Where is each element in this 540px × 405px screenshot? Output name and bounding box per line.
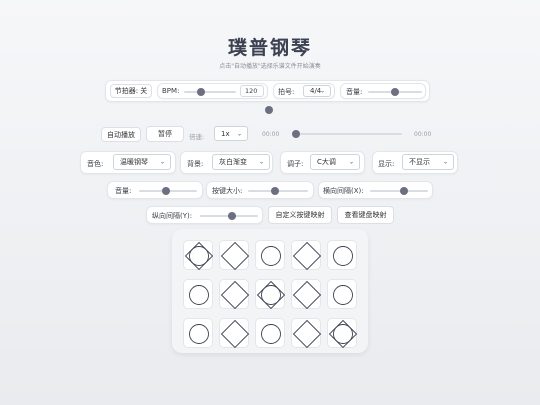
piano-key[interactable] <box>219 279 250 310</box>
bpm-input[interactable]: 120 <box>240 85 264 97</box>
scroll-handle[interactable] <box>265 106 273 114</box>
piano-key[interactable] <box>291 318 322 349</box>
circle-diamond-icon <box>256 280 286 310</box>
v-spacing-label: 纵向间隔(Y): <box>152 212 193 220</box>
timbre-label: 音色: <box>87 160 104 168</box>
piano-key[interactable] <box>255 240 285 270</box>
volume-slider-thumb[interactable] <box>161 187 170 195</box>
key-label: 调子: <box>287 160 304 168</box>
piano-key[interactable] <box>183 318 213 348</box>
key-select-value: C大调 <box>317 158 336 166</box>
piano-key[interactable] <box>183 240 214 271</box>
circle-icon <box>261 246 281 266</box>
key-size-label: 按键大小: <box>212 187 243 195</box>
chevron-down-icon: ⌄ <box>236 130 242 137</box>
circle-icon <box>333 246 353 266</box>
timbre-select-value: 温暖钢琴 <box>120 158 148 166</box>
circle-icon <box>189 285 209 305</box>
chevron-down-icon: ⌄ <box>442 158 448 166</box>
diamond-icon <box>220 241 250 271</box>
piano-key[interactable] <box>327 240 357 270</box>
background-select-value: 灰白渐变 <box>219 158 247 166</box>
volume-slider[interactable] <box>139 187 197 195</box>
circle-diamond-icon <box>184 241 214 271</box>
piano-key[interactable] <box>255 279 286 310</box>
background-select[interactable]: 灰白渐变 ⌄ <box>212 154 270 170</box>
metronome-volume-slider[interactable] <box>368 88 422 96</box>
view-mapping-button[interactable]: 查看键盘映射 <box>337 206 394 224</box>
diamond-icon <box>220 280 250 310</box>
h-spacing-slider[interactable] <box>370 187 428 195</box>
speed-label: 倍速: <box>189 133 205 141</box>
circle-diamond-icon <box>328 319 358 349</box>
piano-key[interactable] <box>183 279 213 309</box>
v-spacing-slider[interactable] <box>200 212 258 220</box>
playback-progress-thumb[interactable] <box>292 130 300 138</box>
timbre-select[interactable]: 温暖钢琴 ⌄ <box>113 154 171 170</box>
speed-select-value: 1x <box>221 129 230 138</box>
volume-label: 音量: <box>115 187 132 195</box>
piano-key[interactable] <box>255 318 285 348</box>
piano-key[interactable] <box>219 240 250 271</box>
piano-key[interactable] <box>327 279 357 309</box>
custom-mapping-button[interactable]: 自定义按键映射 <box>268 206 332 224</box>
playback-progress-slider[interactable] <box>292 130 402 138</box>
diamond-icon <box>292 280 322 310</box>
h-spacing-slider-thumb[interactable] <box>400 187 408 195</box>
v-spacing-slider-thumb[interactable] <box>227 212 236 220</box>
diamond-icon <box>220 319 250 349</box>
key-size-slider[interactable] <box>248 187 308 195</box>
chevron-down-icon: ⌄ <box>159 158 165 166</box>
display-select-value: 不显示 <box>409 158 430 166</box>
speed-select[interactable]: 1x ⌄ <box>214 126 248 141</box>
diamond-icon <box>292 319 322 349</box>
display-label: 显示: <box>378 160 395 168</box>
chevron-down-icon: ⌄ <box>258 158 264 166</box>
piano-key[interactable] <box>219 318 250 349</box>
metronome-toggle-button[interactable]: 节拍器: 关 <box>110 84 152 98</box>
keyboard-pad <box>172 229 368 353</box>
chevron-down-icon: ⌄ <box>348 158 354 166</box>
chevron-down-icon: ⌄ <box>319 87 325 95</box>
pause-button[interactable]: 暂停 <box>146 126 184 142</box>
time-total: 00:00 <box>414 131 432 138</box>
page-subtitle: 点击"自动播放"选择乐谱文件开始演奏 <box>219 63 321 70</box>
metronome-volume-label: 音量: <box>346 88 363 96</box>
background-label: 背景: <box>187 160 204 168</box>
page-title: 璞普钢琴 <box>227 37 312 59</box>
circle-icon <box>333 285 353 305</box>
metronome-volume-thumb[interactable] <box>391 88 399 96</box>
circle-icon <box>189 324 209 344</box>
piano-key[interactable] <box>291 240 322 271</box>
auto-play-button[interactable]: 自动播放 <box>101 127 141 142</box>
piano-key[interactable] <box>291 279 322 310</box>
display-select[interactable]: 不显示 ⌄ <box>402 154 454 170</box>
circle-icon <box>261 324 281 344</box>
bpm-slider[interactable] <box>184 88 236 96</box>
piano-key[interactable] <box>327 318 358 349</box>
key-select[interactable]: C大调 ⌄ <box>310 154 360 170</box>
bpm-label: BPM: <box>162 87 180 95</box>
diamond-icon <box>292 241 322 271</box>
beat-select[interactable]: 4/4 ⌄ <box>303 85 331 97</box>
beat-label: 拍号: <box>278 88 295 96</box>
time-current: 00:00 <box>262 131 280 138</box>
h-spacing-label: 横向间隔(X): <box>323 187 364 195</box>
